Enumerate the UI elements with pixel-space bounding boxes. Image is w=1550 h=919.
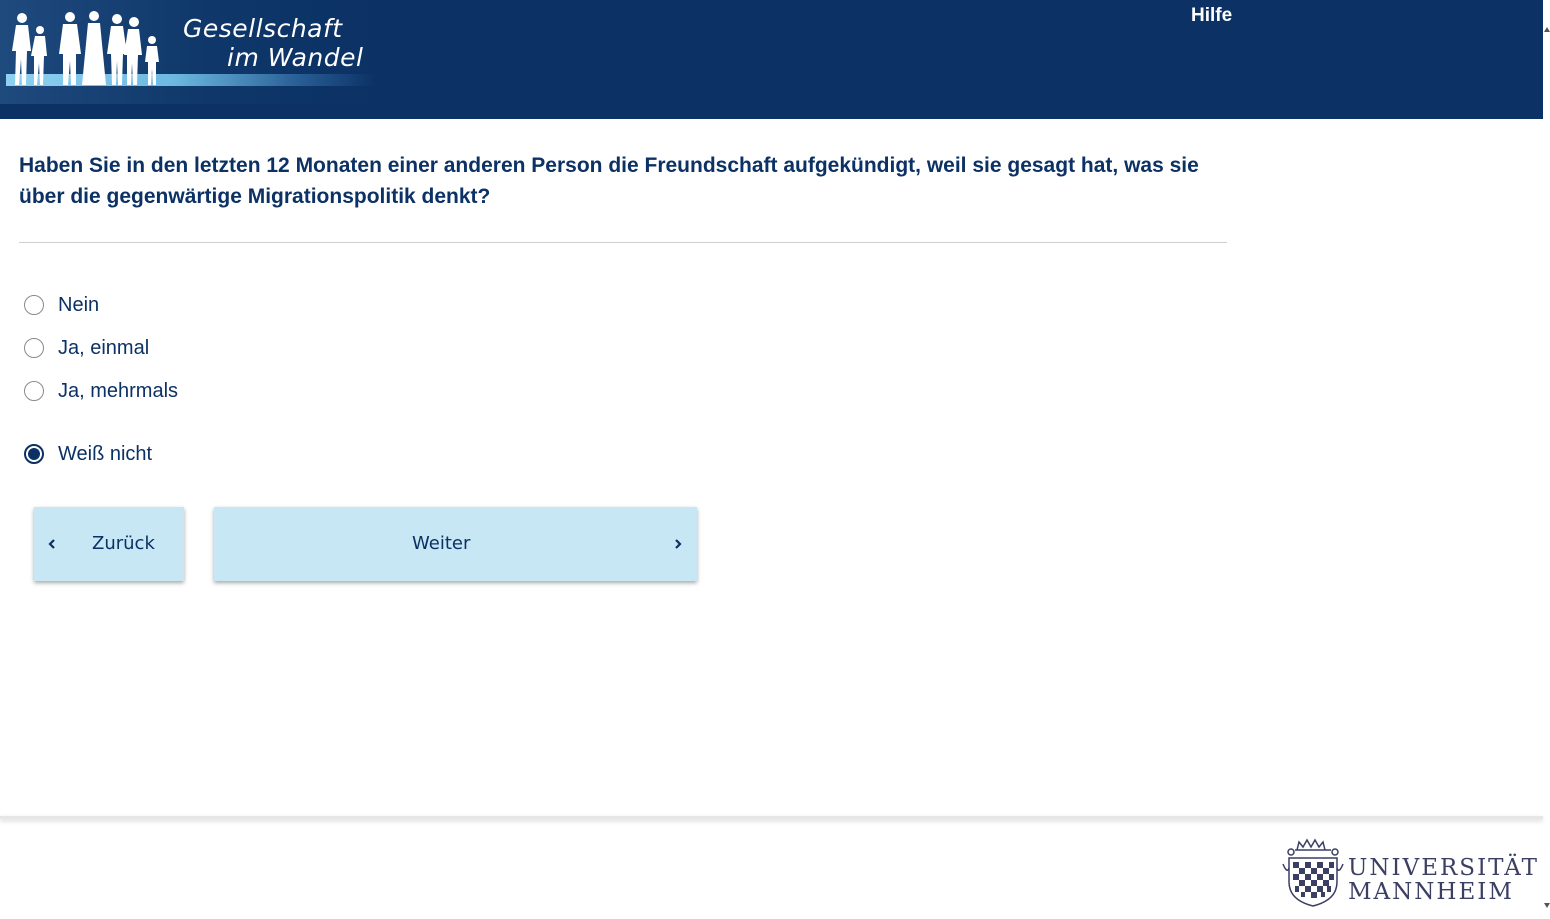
university-mannheim-wordmark: UNIVERSITÄT MANNHEIM bbox=[1348, 856, 1539, 904]
university-crest-icon bbox=[1282, 838, 1344, 907]
chevron-left-icon bbox=[48, 539, 55, 549]
logo-line-2: im Wandel bbox=[227, 43, 364, 72]
option-label: Ja, mehrmals bbox=[58, 379, 179, 402]
option-weiss-nicht[interactable]: Weiß nicht bbox=[24, 442, 152, 466]
next-button-label: Weiter bbox=[412, 533, 471, 554]
gesellschaft-im-wandel-logo: Gesellschaft im Wandel bbox=[0, 0, 380, 104]
radio-button[interactable] bbox=[24, 338, 44, 358]
option-nein[interactable]: Nein bbox=[24, 293, 99, 317]
back-button[interactable]: Zurück bbox=[34, 507, 184, 581]
footer-divider bbox=[0, 816, 1543, 819]
university-line-1: UNIVERSITÄT bbox=[1348, 855, 1539, 881]
question-divider bbox=[19, 242, 1227, 243]
header-bar: Gesellschaft im Wandel Hilfe bbox=[0, 0, 1543, 119]
help-link[interactable]: Hilfe bbox=[1191, 5, 1232, 27]
chevron-right-icon bbox=[675, 539, 682, 549]
radio-button[interactable] bbox=[24, 295, 44, 315]
family-silhouette-icon bbox=[12, 11, 159, 85]
option-label: Ja, einmal bbox=[58, 336, 150, 359]
radio-button-selected[interactable] bbox=[24, 444, 44, 464]
university-line-2: MANNHEIM bbox=[1348, 879, 1514, 905]
option-ja-mehrmals[interactable]: Ja, mehrmals bbox=[24, 379, 178, 403]
scrollbar[interactable] bbox=[1543, 0, 1550, 919]
scroll-down-arrow-icon[interactable] bbox=[1544, 903, 1550, 908]
back-button-label: Zurück bbox=[92, 533, 155, 554]
logo-text: Gesellschaft im Wandel bbox=[183, 14, 363, 72]
next-button[interactable]: Weiter bbox=[214, 507, 697, 581]
option-label: Weiß nicht bbox=[58, 442, 153, 465]
question-text: Haben Sie in den letzten 12 Monaten eine… bbox=[19, 154, 1199, 208]
scroll-up-arrow-icon[interactable] bbox=[1544, 27, 1550, 32]
option-ja-einmal[interactable]: Ja, einmal bbox=[24, 336, 149, 360]
option-label: Nein bbox=[58, 293, 100, 316]
radio-button[interactable] bbox=[24, 381, 44, 401]
logo-line-1: Gesellschaft bbox=[183, 14, 343, 43]
